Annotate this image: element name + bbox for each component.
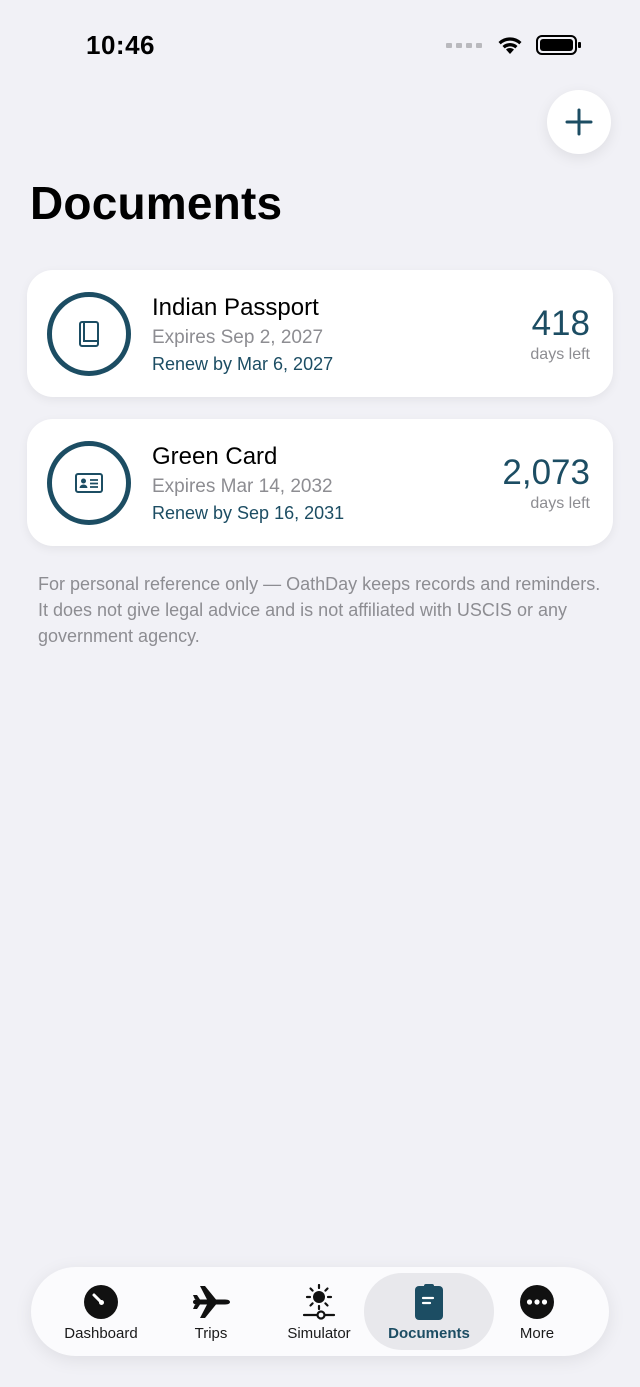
tab-label: Trips: [194, 1325, 228, 1342]
add-document-button[interactable]: [547, 90, 611, 154]
document-renew-by: Renew by Sep 16, 2031: [152, 503, 345, 523]
document-icon-ring: [47, 441, 131, 525]
tab-trips[interactable]: Trips: [159, 1273, 263, 1350]
tab-dashboard[interactable]: Dashboard: [43, 1273, 159, 1350]
cellular-signal-icon: [446, 42, 482, 48]
status-time: 10:46: [86, 30, 155, 60]
document-name: Indian Passport: [152, 294, 319, 321]
airplane-icon: [193, 1286, 230, 1318]
document-card-green-card[interactable]: Green Card Expires Mar 14, 2032 Renew by…: [27, 419, 613, 546]
days-left-count: 2,073: [502, 453, 590, 492]
ellipsis-icon: [520, 1285, 554, 1319]
sun-slider-icon: [302, 1284, 336, 1320]
tab-label: Dashboard: [64, 1325, 138, 1342]
document-card-passport[interactable]: Indian Passport Expires Sep 2, 2027 Rene…: [27, 270, 613, 397]
wifi-icon: [498, 37, 522, 54]
tab-bar: Dashboard Trips Simulator Documents More: [31, 1267, 609, 1356]
days-left-count: 418: [531, 304, 590, 343]
document-name: Green Card: [152, 443, 278, 470]
tab-simulator[interactable]: Simulator: [263, 1273, 375, 1350]
document-icon: [415, 1284, 443, 1320]
disclaimer-text: For personal reference only — OathDay ke…: [38, 574, 601, 646]
document-expiry: Expires Mar 14, 2032: [152, 476, 333, 497]
documents-screen: 10:46 Documents Indian Passport Expires …: [0, 0, 640, 1387]
tab-label: Simulator: [287, 1325, 351, 1342]
tab-label: More: [519, 1325, 555, 1342]
document-renew-by: Renew by Mar 6, 2027: [152, 354, 334, 374]
id-card-icon: [75, 473, 103, 493]
tab-documents[interactable]: Documents: [364, 1273, 494, 1350]
tab-more[interactable]: More: [494, 1273, 580, 1350]
status-icons: [446, 34, 582, 56]
days-left-label: days left: [530, 346, 590, 363]
gauge-icon: [84, 1285, 118, 1319]
document-expiry: Expires Sep 2, 2027: [152, 327, 324, 348]
book-icon: [79, 321, 99, 347]
battery-icon: [536, 35, 581, 55]
days-left-label: days left: [530, 495, 590, 512]
document-icon-ring: [47, 292, 131, 376]
plus-icon: [565, 108, 593, 136]
tab-label: Documents: [388, 1325, 470, 1342]
page-title: Documents: [30, 177, 283, 229]
